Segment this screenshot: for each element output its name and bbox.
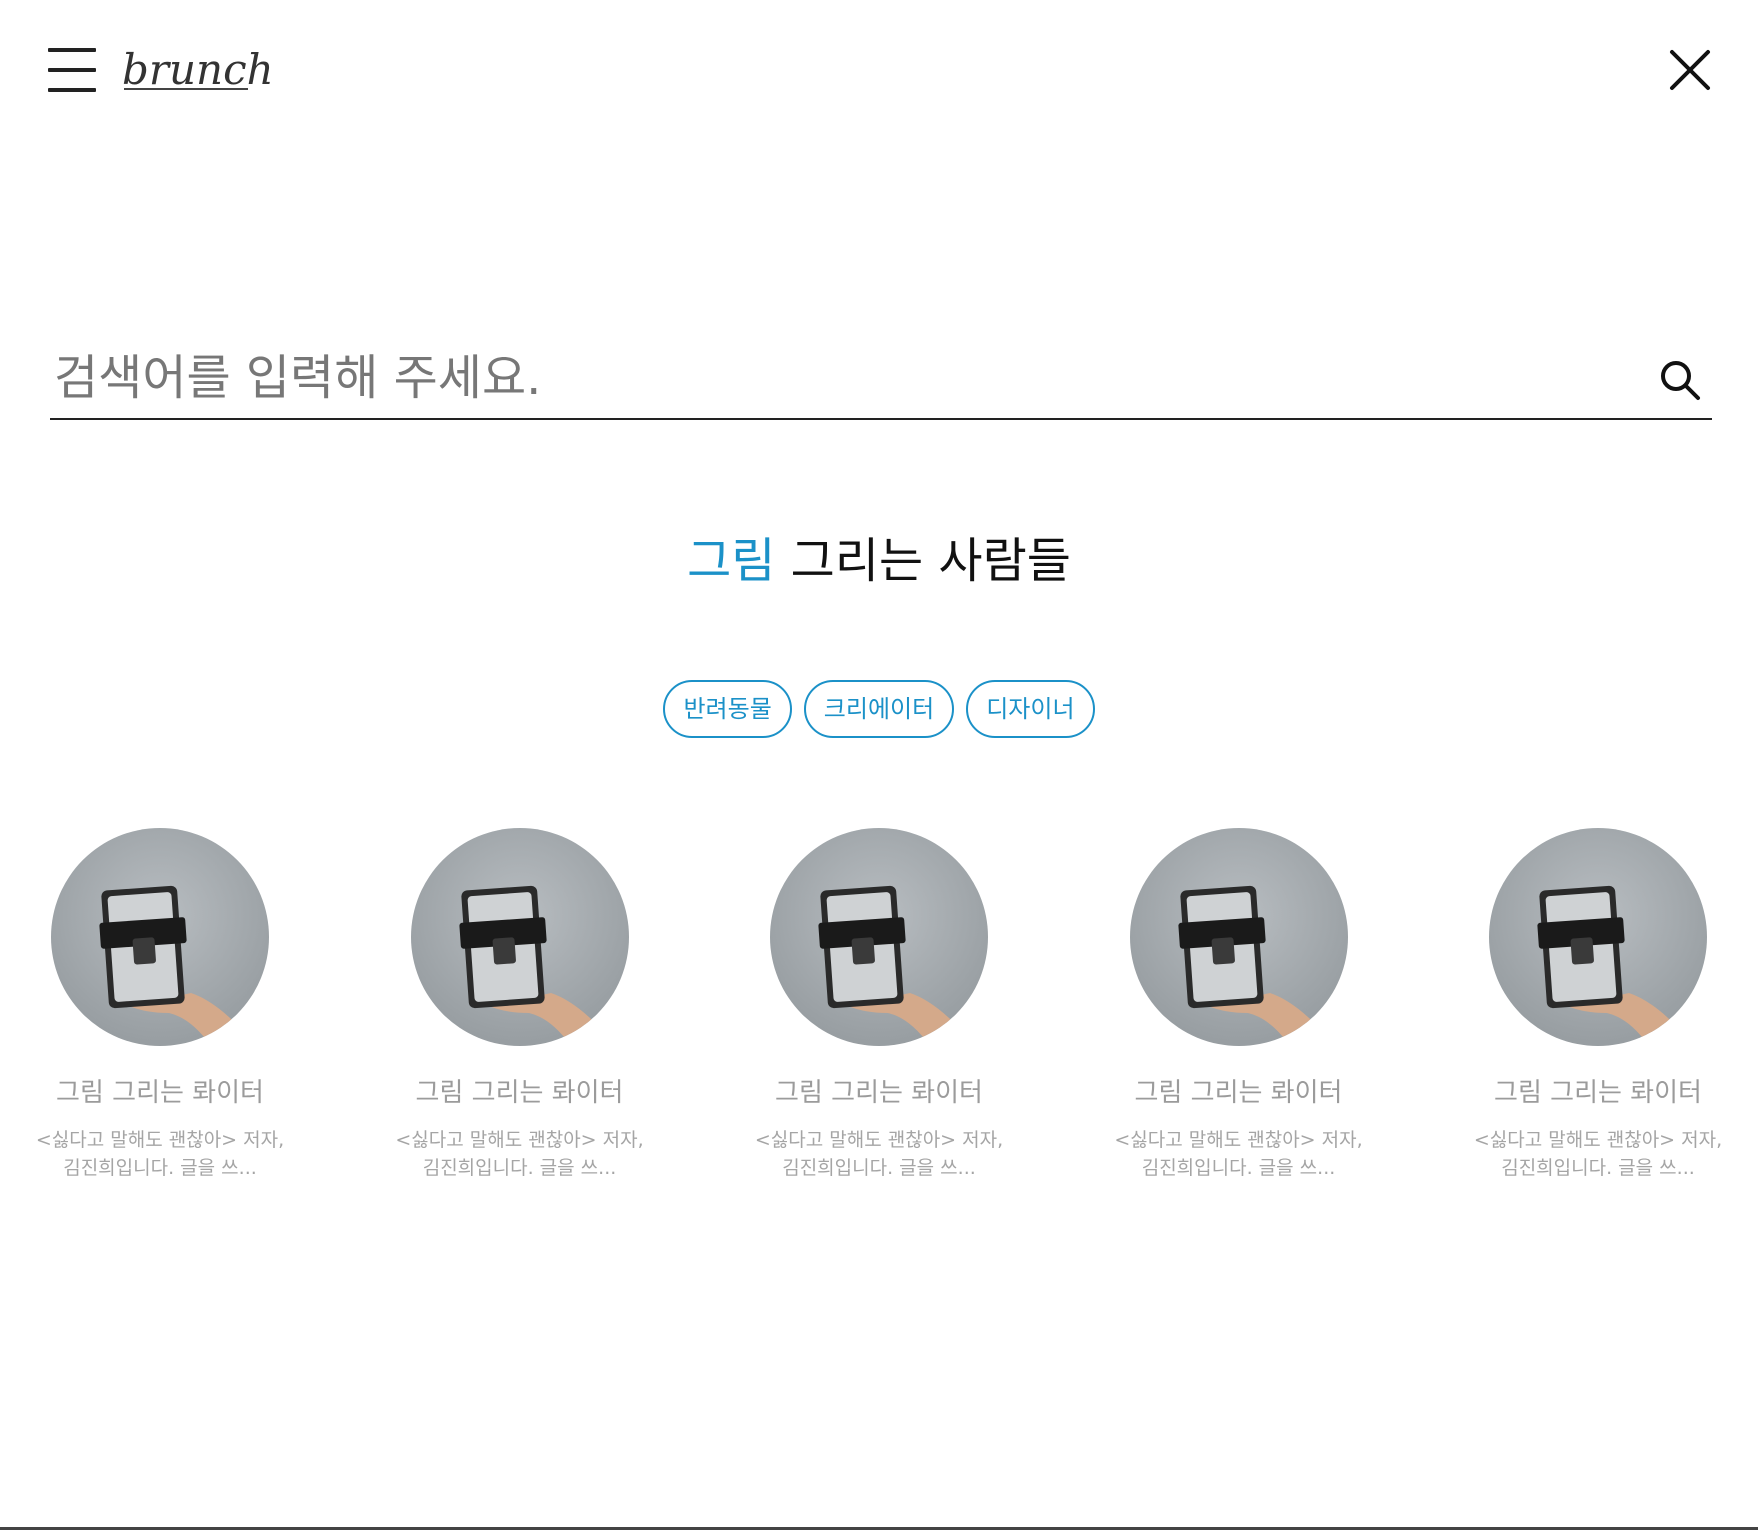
writer-avatar[interactable] xyxy=(770,828,988,1046)
writer-name[interactable]: 그림 그리는 롸이터 xyxy=(416,1076,624,1110)
writer-desc: <싫다고 말해도 괜찮아> 저자, 김진희입니다. 글을 쓰... xyxy=(1473,1129,1723,1179)
search-input[interactable] xyxy=(50,340,1610,416)
writer-card[interactable]: 그림 그리는 롸이터 <싫다고 말해도 괜찮아> 저자, 김진희입니다. 글을 … xyxy=(739,828,1019,1182)
tag-designer[interactable]: 디자이너 xyxy=(966,680,1095,738)
writer-avatar[interactable] xyxy=(1129,828,1348,1046)
writer-name[interactable]: 그림 그리는 롸이터 xyxy=(775,1076,983,1110)
writer-card[interactable]: 그림 그리는 롸이터 <싫다고 말해도 괜찮아> 저자, 김진희입니다. 글을 … xyxy=(380,828,660,1182)
close-icon[interactable] xyxy=(1668,48,1712,92)
writer-name[interactable]: 그림 그리는 롸이터 xyxy=(1135,1076,1343,1110)
top-bar: brunch xyxy=(0,0,1758,140)
writer-avatar[interactable] xyxy=(1489,828,1707,1046)
writer-desc: <싫다고 말해도 괜찮아> 저자, 김진희입니다. 글을 쓰... xyxy=(395,1129,644,1179)
writer-desc: <싫다고 말해도 괜찮아> 저자, 김진희입니다. 글을 쓰... xyxy=(35,1129,285,1179)
section-title: 그림 그리는 사람들 xyxy=(0,526,1758,596)
section-title-rest: 그리는 사람들 xyxy=(775,533,1071,589)
section-title-accent: 그림 xyxy=(687,533,776,589)
search-bar xyxy=(50,340,1712,420)
writer-avatar[interactable] xyxy=(51,828,269,1046)
logo-underline xyxy=(124,88,248,90)
writer-avatar[interactable] xyxy=(410,828,629,1046)
writer-name[interactable]: 그림 그리는 롸이터 xyxy=(1494,1076,1702,1110)
writer-name[interactable]: 그림 그리는 롸이터 xyxy=(56,1076,264,1110)
tag-pets[interactable]: 반려동물 xyxy=(663,680,792,738)
search-icon[interactable] xyxy=(1658,358,1702,402)
writer-card[interactable]: 그림 그리는 롸이터 <싫다고 말해도 괜찮아> 저자, 김진희입니다. 글을 … xyxy=(20,828,300,1182)
tag-creator[interactable]: 크리에이터 xyxy=(803,680,955,738)
brunch-logo[interactable]: brunch xyxy=(122,40,274,100)
writer-list: 그림 그리는 롸이터 <싫다고 말해도 괜찮아> 저자, 김진희입니다. 글을 … xyxy=(20,828,1738,1182)
writer-desc: <싫다고 말해도 괜찮아> 저자, 김진희입니다. 글을 쓰... xyxy=(1114,1129,1363,1179)
writer-card[interactable]: 그림 그리는 롸이터 <싫다고 말해도 괜찮아> 저자, 김진희입니다. 글을 … xyxy=(1458,828,1738,1182)
writer-card[interactable]: 그림 그리는 롸이터 <싫다고 말해도 괜찮아> 저자, 김진희입니다. 글을 … xyxy=(1099,828,1379,1182)
hamburger-menu-icon[interactable] xyxy=(48,48,96,92)
writer-desc: <싫다고 말해도 괜찮아> 저자, 김진희입니다. 글을 쓰... xyxy=(754,1129,1004,1179)
keyword-tags: 반려동물 크리에이터 디자이너 xyxy=(0,680,1758,738)
